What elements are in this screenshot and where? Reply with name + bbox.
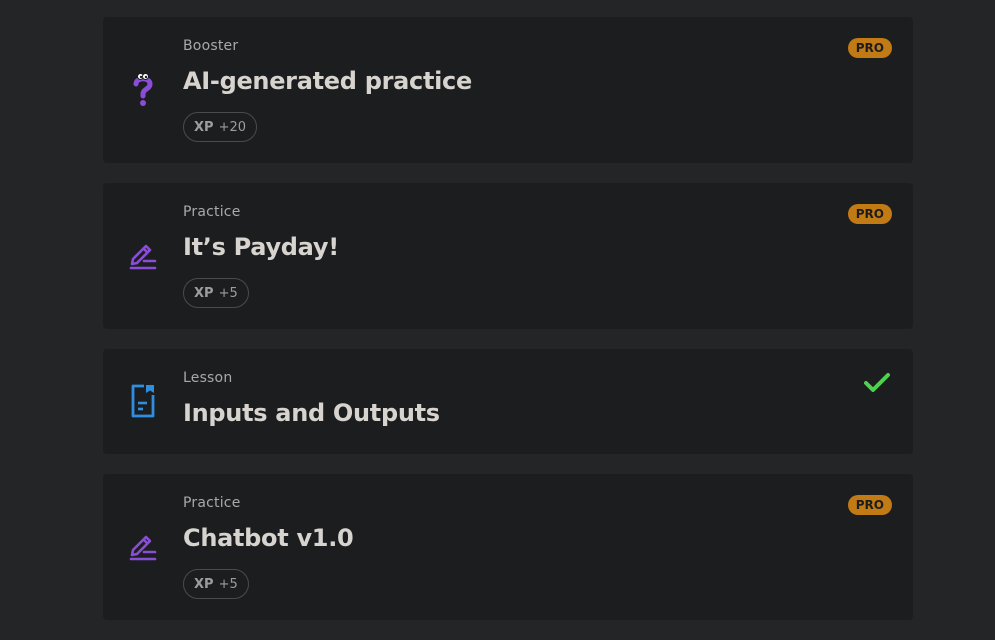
xp-badge: XP +20 — [183, 112, 257, 142]
course-item-its-payday[interactable]: Practice It’s Payday! XP +5 PRO — [103, 183, 913, 329]
xp-label: XP — [194, 285, 214, 301]
pro-badge: PRO — [847, 495, 892, 515]
course-item-inputs-and-outputs[interactable]: Lesson Inputs and Outputs — [103, 349, 913, 454]
item-kind: Practice — [183, 204, 241, 220]
xp-label: XP — [194, 119, 214, 135]
pencil-edit-icon — [127, 530, 159, 564]
pro-badge: PRO — [847, 38, 892, 58]
pro-badge: PRO — [847, 204, 892, 224]
item-title: It’s Payday! — [183, 233, 339, 261]
item-title: Chatbot v1.0 — [183, 524, 354, 552]
item-kind: Practice — [183, 495, 241, 511]
item-kind: Booster — [183, 38, 239, 54]
checkmark-icon — [863, 371, 891, 395]
xp-value: +20 — [218, 119, 246, 135]
course-item-chatbot-v1[interactable]: Practice Chatbot v1.0 XP +5 PRO — [103, 474, 913, 620]
item-title: AI-generated practice — [183, 67, 472, 95]
xp-value: +5 — [218, 576, 238, 592]
course-item-list: Booster AI-generated practice XP +20 PRO… — [103, 17, 913, 640]
item-kind: Lesson — [183, 370, 233, 386]
xp-value: +5 — [218, 285, 238, 301]
pencil-edit-icon — [127, 239, 159, 273]
question-mark-icon — [127, 73, 159, 107]
course-item-ai-generated-practice[interactable]: Booster AI-generated practice XP +20 PRO — [103, 17, 913, 163]
xp-badge: XP +5 — [183, 278, 249, 308]
xp-badge: XP +5 — [183, 569, 249, 599]
xp-label: XP — [194, 576, 214, 592]
document-icon — [127, 384, 159, 418]
item-title: Inputs and Outputs — [183, 399, 440, 427]
